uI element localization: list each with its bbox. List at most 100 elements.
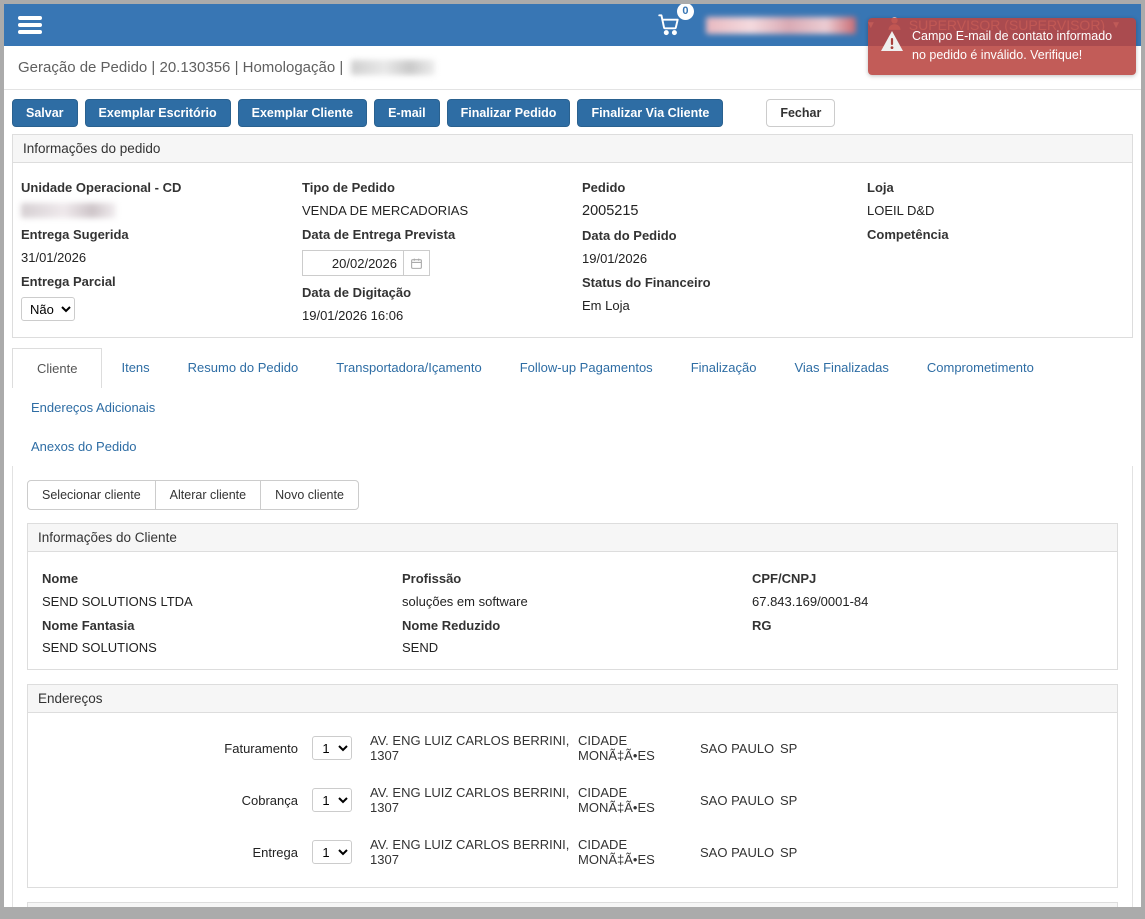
- client-info-col2: Profissão soluções em software Nome Redu…: [402, 562, 752, 655]
- cpf-cnpj-label: CPF/CNPJ: [752, 571, 1103, 586]
- calendar-icon[interactable]: [404, 250, 430, 276]
- finalize-client-copy-button[interactable]: Finalizar Via Cliente: [577, 99, 723, 127]
- loja-label: Loja: [867, 180, 1126, 195]
- order-info-col1: Unidade Operacional - CD Entrega Sugerid…: [21, 171, 302, 323]
- new-client-button[interactable]: Novo cliente: [260, 480, 359, 510]
- order-info-panel: Informações do pedido Unidade Operaciona…: [12, 134, 1133, 338]
- tab-anexos-do-pedido[interactable]: Anexos do Pedido: [12, 427, 156, 466]
- unidade-operacional-label: Unidade Operacional - CD: [21, 180, 302, 195]
- topbar: 0 ▼ SUPERVISOR (SUPERVISOR) ▼: [4, 4, 1141, 46]
- tab-follow-up-pagamentos[interactable]: Follow-up Pagamentos: [501, 348, 672, 388]
- redacted-title-segment: [351, 60, 435, 75]
- entrega-parcial-select[interactable]: Não: [21, 297, 75, 321]
- address-state: SP: [780, 741, 820, 756]
- address-type-label: Faturamento: [42, 741, 312, 756]
- address-number-select[interactable]: 1: [312, 736, 352, 760]
- address-type-label: Cobrança: [42, 793, 312, 808]
- address-city: SAO PAULO: [700, 793, 780, 808]
- address-number-select[interactable]: 1: [312, 840, 352, 864]
- toast-error: Campo E-mail de contato informado no ped…: [868, 18, 1136, 75]
- tab-resumo-do-pedido[interactable]: Resumo do Pedido: [169, 348, 318, 388]
- entrega-sugerida-value: 31/01/2026: [21, 250, 302, 265]
- toast-message: Campo E-mail de contato informado no ped…: [912, 29, 1112, 62]
- nome-fantasia-value: SEND SOLUTIONS: [42, 640, 402, 655]
- address-city: SAO PAULO: [700, 741, 780, 756]
- profissao-value: soluções em software: [402, 594, 752, 609]
- tab-transportadora-icamento[interactable]: Transportadora/Içamento: [317, 348, 500, 388]
- loja-value: LOEIL D&D: [867, 203, 1126, 218]
- client-info-col1: Nome SEND SOLUTIONS LTDA Nome Fantasia S…: [42, 562, 402, 655]
- address-number-select[interactable]: 1: [312, 788, 352, 812]
- page-title: Geração de Pedido | 20.130356 | Homologa…: [18, 59, 343, 76]
- rg-label: RG: [752, 618, 1103, 633]
- address-state: SP: [780, 793, 820, 808]
- tab-vias-finalizadas[interactable]: Vias Finalizadas: [775, 348, 907, 388]
- nome-label: Nome: [42, 571, 402, 586]
- hamburger-menu-icon[interactable]: [18, 13, 42, 37]
- status-financeiro-label: Status do Financeiro: [582, 275, 867, 290]
- addresses-section: Endereços Faturamento 1 AV. ENG LUIZ CAR…: [27, 684, 1118, 888]
- address-street: AV. ENG LUIZ CARLOS BERRINI, 1307: [370, 785, 578, 815]
- edit-client-button[interactable]: Alterar cliente: [155, 480, 261, 510]
- app-window: 0 ▼ SUPERVISOR (SUPERVISOR) ▼: [4, 4, 1141, 907]
- address-city: SAO PAULO: [700, 845, 780, 860]
- close-button[interactable]: Fechar: [766, 99, 835, 127]
- client-info-header: Informações do Cliente: [28, 524, 1117, 552]
- order-info-col2: Tipo de Pedido VENDA DE MERCADORIAS Data…: [302, 171, 582, 323]
- tab-cliente[interactable]: Cliente: [12, 348, 102, 388]
- nome-value: SEND SOLUTIONS LTDA: [42, 594, 402, 609]
- address-type-label: Entrega: [42, 845, 312, 860]
- office-copy-button[interactable]: Exemplar Escritório: [85, 99, 231, 127]
- tab-finalizacao[interactable]: Finalização: [672, 348, 776, 388]
- client-info-section: Informações do Cliente Nome SEND SOLUTIO…: [27, 523, 1118, 670]
- tipo-pedido-value: VENDA DE MERCADORIAS: [302, 203, 582, 218]
- status-financeiro-value: Em Loja: [582, 298, 867, 313]
- address-district: CIDADE MONÃ‡Ã•ES: [578, 733, 700, 763]
- data-digitacao-value: 19/01/2026 16:06: [302, 308, 582, 323]
- finalize-order-button[interactable]: Finalizar Pedido: [447, 99, 571, 127]
- addresses-header: Endereços: [28, 685, 1117, 713]
- client-info-col3: CPF/CNPJ 67.843.169/0001-84 RG: [752, 562, 1103, 655]
- tab-itens[interactable]: Itens: [102, 348, 168, 388]
- warning-icon: [880, 30, 904, 58]
- redacted-company-name: [706, 17, 856, 34]
- redacted-unidade-operacional-value: [21, 203, 116, 218]
- tab-bar: Cliente Itens Resumo do Pedido Transport…: [4, 338, 1141, 466]
- nome-reduzido-label: Nome Reduzido: [402, 618, 752, 633]
- competencia-label: Competência: [867, 227, 1126, 242]
- tab-comprometimento[interactable]: Comprometimento: [908, 348, 1053, 388]
- order-info-header: Informações do pedido: [13, 135, 1132, 163]
- cart-icon: [656, 25, 682, 40]
- data-entrega-prevista-label: Data de Entrega Prevista: [302, 227, 582, 242]
- address-street: AV. ENG LUIZ CARLOS BERRINI, 1307: [370, 837, 578, 867]
- order-info-col4: Loja LOEIL D&D Competência: [867, 171, 1126, 323]
- toolbar: Salvar Exemplar Escritório Exemplar Clie…: [4, 90, 1141, 134]
- pedido-label: Pedido: [582, 180, 867, 195]
- address-district: CIDADE MONÃ‡Ã•ES: [578, 837, 700, 867]
- nome-reduzido-value: SEND: [402, 640, 752, 655]
- email-button[interactable]: E-mail: [374, 99, 440, 127]
- profissao-label: Profissão: [402, 571, 752, 586]
- client-tab-content: Selecionar cliente Alterar cliente Novo …: [12, 466, 1133, 907]
- cpf-cnpj-value: 67.843.169/0001-84: [752, 594, 1103, 609]
- client-copy-button[interactable]: Exemplar Cliente: [238, 99, 367, 127]
- data-pedido-label: Data do Pedido: [582, 228, 867, 243]
- select-client-button[interactable]: Selecionar cliente: [27, 480, 156, 510]
- address-row-entrega: Entrega 1 AV. ENG LUIZ CARLOS BERRINI, 1…: [42, 837, 1103, 867]
- tab-enderecos-adicionais[interactable]: Endereços Adicionais: [12, 388, 174, 427]
- address-row-cobranca: Cobrança 1 AV. ENG LUIZ CARLOS BERRINI, …: [42, 785, 1103, 815]
- contact-header: Contato: [28, 903, 1117, 907]
- cart-count-badge: 0: [677, 4, 694, 20]
- data-pedido-value: 19/01/2026: [582, 251, 867, 266]
- tipo-pedido-label: Tipo de Pedido: [302, 180, 582, 195]
- order-info-col3: Pedido 2005215 Data do Pedido 19/01/2026…: [582, 171, 867, 323]
- save-button[interactable]: Salvar: [12, 99, 78, 127]
- client-action-group: Selecionar cliente Alterar cliente Novo …: [27, 480, 359, 510]
- entrega-sugerida-label: Entrega Sugerida: [21, 227, 302, 242]
- cart-button[interactable]: 0: [656, 11, 682, 40]
- address-district: CIDADE MONÃ‡Ã•ES: [578, 785, 700, 815]
- data-entrega-prevista-input[interactable]: [302, 250, 404, 276]
- address-state: SP: [780, 845, 820, 860]
- address-street: AV. ENG LUIZ CARLOS BERRINI, 1307: [370, 733, 578, 763]
- pedido-value: 2005215: [582, 203, 867, 219]
